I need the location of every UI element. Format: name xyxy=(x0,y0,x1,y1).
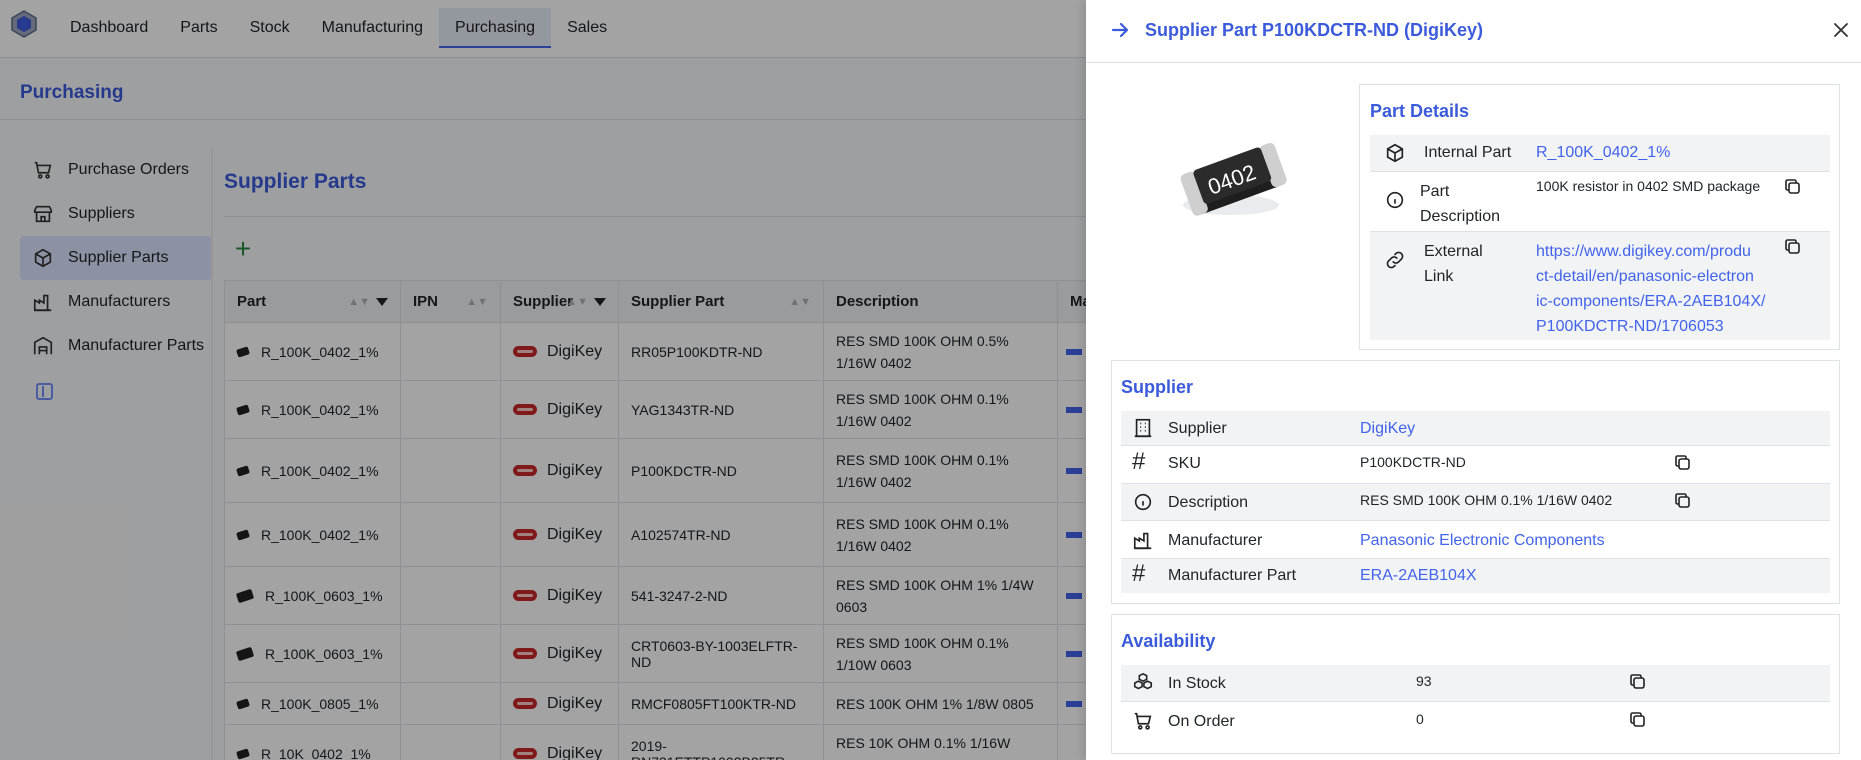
link-icon xyxy=(1386,251,1404,269)
copy-icon[interactable] xyxy=(1674,492,1692,510)
packages-icon xyxy=(1133,672,1153,690)
in-stock-value: 93 xyxy=(1416,673,1432,689)
description-label: Description xyxy=(1168,494,1249,511)
availability-card: Availability In Stock 93 On Order 0 xyxy=(1111,614,1840,754)
card-title: Availability xyxy=(1121,631,1216,651)
supplier-card: Supplier Supplier DigiKey # SKU P100KDCT… xyxy=(1111,360,1840,604)
sku-value: P100KDCTR-ND xyxy=(1360,454,1466,470)
copy-icon[interactable] xyxy=(1784,178,1802,196)
shopping-cart-icon xyxy=(1134,712,1152,730)
drawer-title: Supplier Part P100KDCTR-ND (DigiKey) xyxy=(1145,20,1484,40)
manufacturer-part-label: Manufacturer Part xyxy=(1168,567,1297,584)
copy-icon[interactable] xyxy=(1629,673,1647,691)
internal-part-link[interactable]: R_100K_0402_1% xyxy=(1536,144,1670,162)
in-stock-row xyxy=(1121,665,1830,701)
building-icon xyxy=(1134,418,1152,438)
copy-icon[interactable] xyxy=(1629,711,1647,729)
part-details-card: Part Details Internal Part R_100K_0402_1… xyxy=(1359,84,1840,350)
part-description-label: Part Description xyxy=(1420,183,1501,225)
sku-label: SKU xyxy=(1168,455,1201,472)
package-icon xyxy=(1386,143,1404,163)
arrow-right-icon[interactable] xyxy=(1110,20,1130,40)
part-description-value: 100K resistor in 0402 SMD package xyxy=(1536,178,1761,194)
supplier-row xyxy=(1121,411,1830,445)
supplier-part-drawer: Supplier Part P100KDCTR-ND (DigiKey) 040… xyxy=(1086,0,1861,760)
in-stock-label: In Stock xyxy=(1168,675,1226,692)
close-icon[interactable] xyxy=(1831,20,1851,40)
on-order-label: On Order xyxy=(1168,713,1235,730)
info-circle-icon xyxy=(1134,493,1152,511)
external-link-url[interactable]: https://www.digikey.com/produ ct-detail/… xyxy=(1536,239,1765,339)
part-image: 0402 xyxy=(1180,142,1287,216)
on-order-value: 0 xyxy=(1416,711,1424,727)
hash-icon: # xyxy=(1132,560,1146,587)
copy-icon[interactable] xyxy=(1784,238,1802,256)
hash-icon: # xyxy=(1132,448,1146,475)
copy-icon[interactable] xyxy=(1674,454,1692,472)
supplier-link[interactable]: DigiKey xyxy=(1360,420,1415,438)
manufacturer-link[interactable]: Panasonic Electronic Components xyxy=(1360,532,1605,550)
info-circle-icon xyxy=(1386,191,1404,209)
manufacturer-label: Manufacturer xyxy=(1168,532,1263,549)
card-title: Part Details xyxy=(1370,101,1470,121)
external-link-label: External Link xyxy=(1424,243,1483,285)
factory-icon xyxy=(1133,532,1152,550)
description-value: RES SMD 100K OHM 0.1% 1/16W 0402 xyxy=(1360,492,1613,508)
drawer-header: Supplier Part P100KDCTR-ND (DigiKey) xyxy=(1086,0,1861,63)
card-title: Supplier xyxy=(1121,377,1194,397)
internal-part-label: Internal Part xyxy=(1424,144,1512,161)
manufacturer-part-link[interactable]: ERA-2AEB104X xyxy=(1360,567,1477,585)
supplier-label: Supplier xyxy=(1168,420,1227,437)
